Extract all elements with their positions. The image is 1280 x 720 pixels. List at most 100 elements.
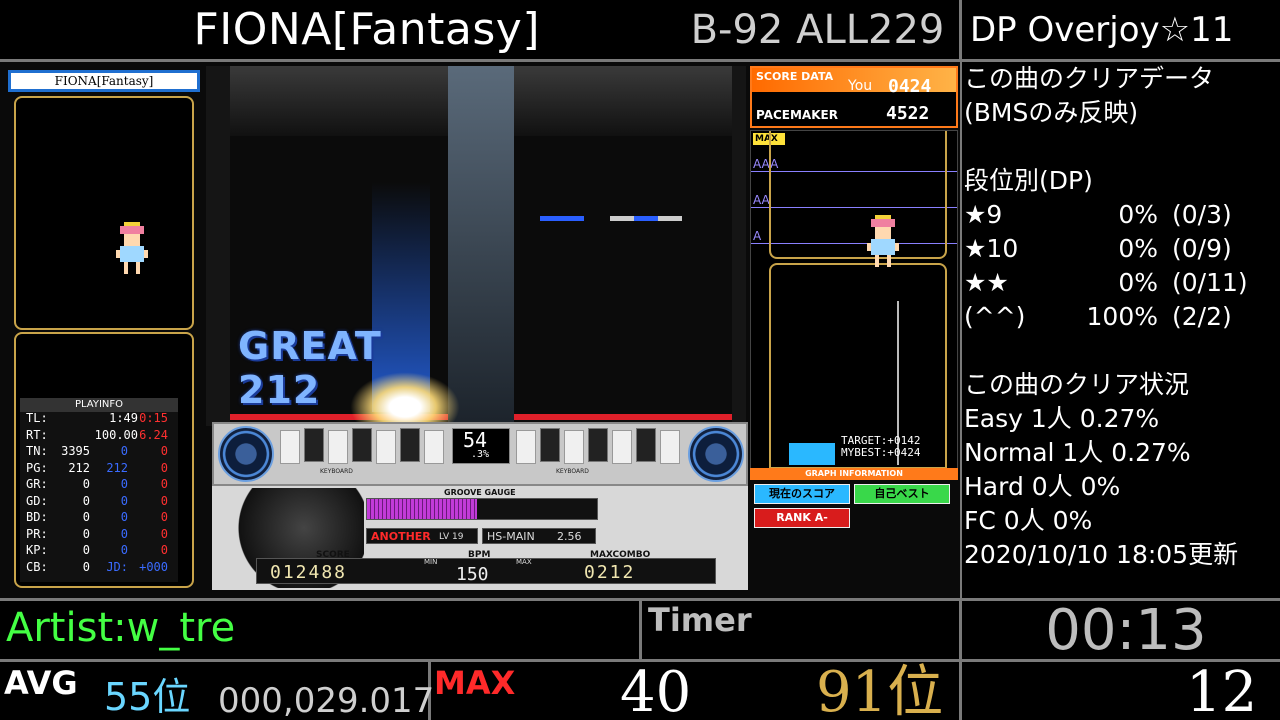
song-label: FIONA[Fantasy] bbox=[54, 74, 154, 88]
personal-best-button[interactable]: 自己ベスト bbox=[854, 484, 950, 504]
grade-a: A bbox=[753, 229, 762, 243]
character-sprite-icon bbox=[863, 211, 903, 275]
playinfo-key: PG: bbox=[26, 460, 48, 475]
score-graph: MAX AAA AA A TARGET:+0142 MYBEST:+0424 bbox=[750, 130, 958, 470]
playinfo-value: 0 bbox=[82, 559, 90, 574]
playinfo-sub: 0 bbox=[120, 477, 128, 491]
playinfo-sub: 0 bbox=[120, 510, 128, 524]
another-label: ANOTHER bbox=[371, 530, 431, 543]
playinfo-key: GD: bbox=[26, 493, 48, 508]
playinfo-sub: 0 bbox=[120, 543, 128, 557]
playinfo-sub: 0 bbox=[120, 526, 128, 541]
keys-right bbox=[516, 428, 684, 466]
you-label: You bbox=[848, 78, 873, 94]
percent-box: 54 .3% bbox=[452, 428, 510, 464]
playinfo-row: PR: 0 0 0 bbox=[20, 526, 178, 545]
bpm-max-label: MAX bbox=[516, 558, 532, 566]
score-graph-bar bbox=[789, 443, 835, 465]
groove-gauge-label: GROOVE GAUGE bbox=[444, 488, 516, 497]
mybest-row: MYBEST:+0424 bbox=[841, 446, 921, 459]
playinfo-sub: JD: bbox=[106, 559, 128, 574]
playinfo-title: PLAYINFO bbox=[20, 398, 178, 412]
note bbox=[634, 216, 658, 221]
playinfo-value: 0 bbox=[82, 493, 90, 508]
playinfo-panel: PLAYINFO TL: 1:49 0:15 RT: 100.00 6.24 TN: 3395… bbox=[20, 398, 178, 582]
score-label: SCORE bbox=[316, 550, 350, 560]
dan-row: ★★ 0% (0/11) bbox=[964, 268, 1248, 297]
clear-status-fc: FC 0人 0% bbox=[964, 506, 1093, 535]
playinfo-value: 0 bbox=[82, 477, 90, 491]
clear-status-easy: Easy 1人 0.27% bbox=[964, 404, 1160, 433]
playinfo-row: PG: 212 212 0 bbox=[20, 460, 178, 479]
playinfo-key: CB: bbox=[26, 559, 48, 574]
playinfo-row: TN: 3395 0 0 bbox=[20, 444, 178, 462]
playinfo-row: CB: 0 JD: +000 bbox=[20, 559, 178, 578]
playinfo-row: TL: 1:49 0:15 bbox=[20, 411, 178, 429]
grade-aa: AA bbox=[753, 193, 770, 207]
note bbox=[610, 216, 634, 221]
playinfo-red: 0 bbox=[160, 477, 168, 491]
score-data-title: SCORE DATA bbox=[756, 70, 834, 83]
timer-label: Timer bbox=[648, 601, 752, 639]
last-value: 12 bbox=[1186, 660, 1258, 720]
playinfo-red: 0 bbox=[160, 526, 168, 541]
character-sprite-icon bbox=[112, 218, 152, 282]
song-title: FIONA[Fantasy] bbox=[193, 4, 540, 55]
playinfo-sub: 0 bbox=[120, 493, 128, 508]
keys-left bbox=[280, 428, 448, 466]
judge-line-right bbox=[514, 414, 732, 420]
bpm-label: BPM bbox=[468, 550, 491, 560]
playinfo-red: 0 bbox=[160, 493, 168, 508]
playinfo-value: 100.00 bbox=[94, 427, 138, 442]
playinfo-row: GD: 0 0 0 bbox=[20, 493, 178, 512]
score-value: 012488 bbox=[270, 562, 348, 583]
clear-status-heading: この曲のクリア状況 bbox=[964, 370, 1190, 399]
playinfo-red: 0 bbox=[160, 460, 168, 475]
note bbox=[658, 216, 682, 221]
playinfo-red: 0 bbox=[160, 444, 168, 458]
playinfo-key: BD: bbox=[26, 510, 48, 524]
playinfo-row: KP: 0 0 0 bbox=[20, 543, 178, 561]
rank-button[interactable]: RANK A- bbox=[754, 508, 850, 528]
max-rank: 91位 bbox=[816, 660, 944, 720]
playinfo-value: 212 bbox=[68, 460, 90, 475]
playinfo-sub: 212 bbox=[106, 460, 128, 475]
playinfo-red: 6.24 bbox=[139, 427, 168, 442]
bpm-value: 150 bbox=[456, 564, 489, 585]
playinfo-sub: 0 bbox=[120, 444, 128, 458]
playinfo-row: BD: 0 0 0 bbox=[20, 510, 178, 528]
playinfo-value: 1:49 bbox=[109, 411, 138, 425]
clear-status-normal: Normal 1人 0.27% bbox=[964, 438, 1191, 467]
turntable-left-icon bbox=[218, 426, 274, 482]
avg-rank: 55位 bbox=[104, 675, 191, 719]
playinfo-key: PR: bbox=[26, 526, 48, 541]
playinfo-red: 0:15 bbox=[139, 411, 168, 425]
playinfo-value: 3395 bbox=[61, 444, 90, 458]
groove-gauge-fill bbox=[367, 499, 477, 519]
groove-gauge bbox=[366, 498, 598, 520]
timer-value: 00:13 bbox=[1045, 598, 1207, 663]
hispeed-chip: HS-MAIN 2.56 bbox=[482, 528, 596, 544]
judge-text: GREAT 212 bbox=[238, 324, 382, 412]
clear-data-panel: この曲のクリアデータ (BMSのみ反映) 段位別(DP) ★9 0% (0/3) ★… bbox=[962, 62, 1280, 600]
max-label: MAX bbox=[434, 664, 516, 702]
playinfo-key: GR: bbox=[26, 477, 48, 491]
max-value: 40 bbox=[620, 660, 692, 720]
hispeed-value: 2.56 bbox=[557, 530, 582, 543]
keyboard-label-left: KEYBOARD bbox=[320, 468, 353, 475]
clear-data-heading: この曲のクリアデータ bbox=[964, 64, 1215, 93]
avg-value: 000,029.017 bbox=[218, 681, 435, 720]
dan-row: (^^) 100% (2/2) bbox=[964, 302, 1232, 331]
pacemaker-label: PACEMAKER bbox=[756, 108, 838, 122]
playinfo-key: TL: bbox=[26, 411, 48, 425]
current-score-button[interactable]: 現在のスコア bbox=[754, 484, 850, 504]
playinfo-red: 0 bbox=[160, 543, 168, 557]
right-lanes bbox=[514, 66, 732, 422]
game-screen: FIONA[Fantasy] PLAYINFO TL: 1:49 0:15 RT: 10… bbox=[0, 62, 960, 598]
artist-label: Artist:w_tre bbox=[6, 605, 236, 651]
playinfo-value: 0 bbox=[82, 526, 90, 541]
playinfo-red: 0 bbox=[160, 510, 168, 524]
playinfo-red: +000 bbox=[139, 559, 168, 574]
playinfo-value: 0 bbox=[82, 510, 90, 524]
maxcombo-value: 0212 bbox=[584, 562, 636, 583]
